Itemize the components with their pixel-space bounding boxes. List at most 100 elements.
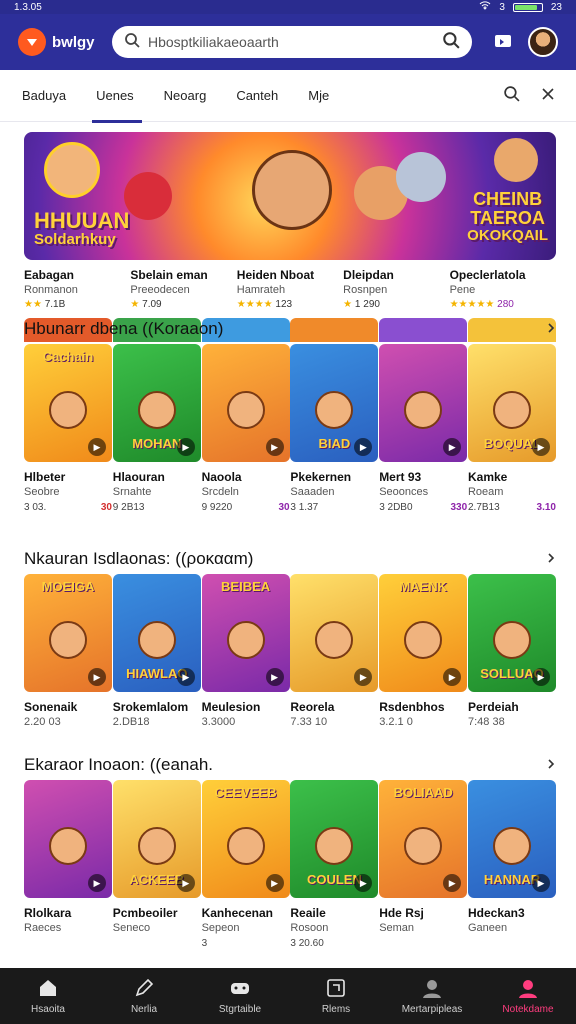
game-thumbnail[interactable]: MAENK ▶ bbox=[379, 574, 468, 692]
game-card[interactable]: HIAWLAO ▶ Srokemlalom 2.DB18 bbox=[112, 574, 201, 732]
section-title[interactable]: Nkauran Isdlaonas: ((ροκααm) bbox=[24, 549, 253, 569]
game-card[interactable]: ▶ Reorela 7.33 10 bbox=[290, 574, 379, 732]
chevron-right-icon[interactable] bbox=[546, 550, 556, 568]
cast-icon[interactable] bbox=[488, 27, 518, 57]
play-icon[interactable]: ▶ bbox=[88, 668, 106, 686]
game-name: Hdeckan3 bbox=[467, 906, 525, 920]
character-art bbox=[137, 391, 176, 430]
featured-item[interactable]: Sbelain eman Preeodecen ★ 7.09 bbox=[130, 268, 236, 310]
app-logo[interactable]: bwlgy bbox=[18, 28, 102, 56]
tabs-search-icon[interactable] bbox=[503, 85, 520, 107]
game-thumbnail[interactable]: ▶ bbox=[290, 574, 379, 692]
play-icon[interactable]: ▶ bbox=[265, 668, 284, 686]
featured-item[interactable]: Dleipdan Rosnpen ★ 1 290 bbox=[343, 268, 449, 310]
play-icon[interactable]: ▶ bbox=[531, 668, 550, 686]
game-card[interactable]: COULEN ▶ Reaile Rosoon 3 20.60 bbox=[290, 780, 379, 949]
nav-home[interactable]: Hsaoita bbox=[8, 977, 88, 1015]
close-icon[interactable] bbox=[542, 87, 554, 105]
character-art bbox=[404, 391, 443, 430]
game-card[interactable]: SOLLUAO ▶ Perdeiah 7:48 38 bbox=[467, 574, 556, 732]
nav-games[interactable]: Stgrtaible bbox=[200, 977, 280, 1015]
status-bar: 1.3.05 3 23 bbox=[0, 0, 576, 14]
chevron-right-icon[interactable] bbox=[546, 756, 556, 774]
play-icon[interactable]: ▶ bbox=[176, 668, 195, 686]
game-card[interactable]: BOQUAL ▶ Kamke Roeam 2.7B13 3.10 bbox=[467, 344, 556, 513]
section-title[interactable]: Ekaraor Inoaon: ((eanah. bbox=[24, 755, 213, 775]
character-art bbox=[137, 621, 176, 660]
game-thumbnail[interactable]: HANNAR ▶ bbox=[467, 780, 556, 898]
game-card[interactable]: MOHAN ▶ Hlaouran Srnahte 9 2B13 bbox=[112, 344, 201, 513]
avatar[interactable] bbox=[528, 27, 558, 57]
game-card[interactable]: BIAD ▶ Pkekernen Saaaden 3 1.37 bbox=[290, 344, 379, 513]
game-card[interactable]: CEEVEEB ▶ Kanhecenan Sepeon 3 bbox=[201, 780, 290, 949]
nav-profile[interactable]: Notekdame bbox=[488, 977, 568, 1015]
game-thumbnail[interactable]: BOQUAL ▶ bbox=[467, 344, 556, 462]
game-thumbnail[interactable]: BIAD ▶ bbox=[290, 344, 379, 462]
game-card[interactable]: ▶ Rlolkara Raeces bbox=[24, 780, 112, 949]
game-meta-value: 9 2B13 bbox=[112, 502, 145, 513]
home-icon bbox=[40, 980, 56, 996]
game-thumbnail[interactable]: MOEIGA ▶ bbox=[24, 574, 112, 692]
nav-pen[interactable]: Nerlia bbox=[104, 977, 184, 1015]
section-title[interactable]: Hbunarr dbena ((Koraaon) bbox=[24, 319, 223, 339]
tab-3[interactable]: Canteh bbox=[236, 70, 278, 122]
game-thumbnail[interactable]: ▶ bbox=[201, 344, 290, 462]
wifi-icon bbox=[479, 1, 491, 13]
game-thumbnail[interactable]: Cachain ▶ bbox=[24, 344, 112, 462]
tab-0[interactable]: Baduya bbox=[22, 70, 66, 122]
play-icon[interactable]: ▶ bbox=[265, 874, 284, 892]
game-thumbnail[interactable]: CEEVEEB ▶ bbox=[201, 780, 290, 898]
game-thumbnail[interactable]: MOHAN ▶ bbox=[112, 344, 201, 462]
game-thumbnail[interactable]: BEIBEA ▶ bbox=[201, 574, 290, 692]
search-bar[interactable] bbox=[112, 26, 472, 58]
featured-item[interactable]: Opeclerlatola Pene ★★★★★ 280 bbox=[450, 268, 556, 310]
hero-banner[interactable]: HHUUAN Soldarhkuy CHEINB TAEROA OKOKQAIL bbox=[24, 132, 556, 260]
game-thumbnail[interactable]: ACKEEB ▶ bbox=[112, 780, 201, 898]
game-thumbnail[interactable]: COULEN ▶ bbox=[290, 780, 379, 898]
play-icon[interactable]: ▶ bbox=[176, 438, 195, 456]
game-card[interactable]: ▶ Mert 93 Seoonces 3 2DB0 330 bbox=[379, 344, 468, 513]
nav-marketplace[interactable]: Mertarpipleas bbox=[392, 977, 472, 1015]
tab-2[interactable]: Neoarg bbox=[164, 70, 207, 122]
tab-1[interactable]: Uenes bbox=[92, 70, 142, 123]
play-icon[interactable]: ▶ bbox=[531, 874, 550, 892]
game-card[interactable]: ▶ Naoola Srcdeln 9 9220 30 bbox=[201, 344, 290, 513]
game-sub: 2.20 03 bbox=[24, 716, 61, 728]
featured-sub: Preeodecen bbox=[130, 284, 190, 296]
section-header: Hbunarr dbena ((Koraaon) bbox=[24, 314, 556, 344]
game-thumbnail[interactable]: SOLLUAO ▶ bbox=[467, 574, 556, 692]
game-thumbnail[interactable]: HIAWLAO ▶ bbox=[112, 574, 201, 692]
search-input[interactable] bbox=[148, 34, 434, 50]
game-card[interactable]: BOLIAAD ▶ Hde Rsj Seman bbox=[379, 780, 468, 949]
play-icon[interactable]: ▶ bbox=[354, 668, 373, 686]
play-icon[interactable]: ▶ bbox=[88, 438, 106, 456]
play-icon[interactable]: ▶ bbox=[443, 438, 462, 456]
game-thumbnail[interactable]: ▶ bbox=[24, 780, 112, 898]
play-icon[interactable]: ▶ bbox=[531, 438, 550, 456]
game-card[interactable]: MOEIGA ▶ Sonenaik 2.20 03 bbox=[24, 574, 112, 732]
play-icon[interactable]: ▶ bbox=[354, 438, 373, 456]
game-card[interactable]: MAENK ▶ Rsdenbhos 3.2.1 0 bbox=[379, 574, 468, 732]
featured-item[interactable]: Eabagan Ronmanon ★★ 7.1B bbox=[24, 268, 130, 310]
nav-items[interactable]: Rlems bbox=[296, 977, 376, 1015]
game-name: Hlaouran bbox=[112, 470, 165, 484]
game-card[interactable]: HANNAR ▶ Hdeckan3 Ganeen bbox=[467, 780, 556, 949]
search-submit-icon[interactable] bbox=[442, 31, 460, 54]
play-icon[interactable]: ▶ bbox=[88, 874, 106, 892]
chevron-right-icon[interactable] bbox=[546, 320, 556, 338]
play-icon[interactable]: ▶ bbox=[354, 874, 373, 892]
banner-character bbox=[124, 172, 172, 220]
game-name: Reaile bbox=[290, 906, 326, 920]
featured-item[interactable]: Heiden Nboat Hamrateh ★★★★ 123 bbox=[237, 268, 343, 310]
banner-character bbox=[494, 138, 538, 182]
play-icon[interactable]: ▶ bbox=[443, 668, 462, 686]
game-card[interactable]: BEIBEA ▶ Meulesion 3.3000 bbox=[201, 574, 290, 732]
game-card[interactable]: ACKEEB ▶ Pcmbeoiler Seneco bbox=[112, 780, 201, 949]
play-icon[interactable]: ▶ bbox=[176, 874, 195, 892]
play-icon[interactable]: ▶ bbox=[443, 874, 462, 892]
game-card[interactable]: Cachain ▶ Hlbeter Seobre 3 03. 30 bbox=[24, 344, 112, 513]
game-thumbnail[interactable]: BOLIAAD ▶ bbox=[379, 780, 468, 898]
tab-4[interactable]: Mje bbox=[308, 70, 329, 122]
game-thumbnail[interactable]: ▶ bbox=[379, 344, 468, 462]
play-icon[interactable]: ▶ bbox=[265, 438, 284, 456]
